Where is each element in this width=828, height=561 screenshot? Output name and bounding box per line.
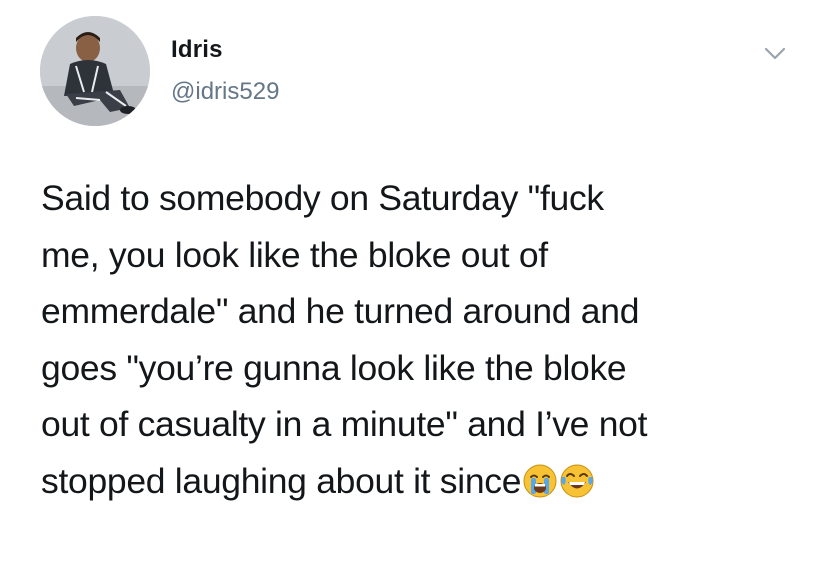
tweet-line: Said to somebody on Saturday "fuck	[41, 178, 604, 218]
face-with-tears-of-joy-icon	[559, 463, 595, 499]
tweet-body: Said to somebody on Saturday "fuck me, y…	[41, 170, 811, 509]
author-handle[interactable]: @idris529	[171, 78, 279, 106]
tweet-line: goes "you’re gunna look like the bloke	[41, 347, 627, 388]
tweet-line: stopped laughing about it since	[41, 460, 522, 501]
tweet-line: out of casualty in a minute" and I’ve no…	[41, 404, 648, 444]
author-name[interactable]: Idris	[171, 36, 223, 64]
loudly-crying-face-icon	[522, 463, 558, 499]
author-avatar[interactable]	[40, 16, 150, 126]
tweet-last-line: stopped laughing about it since	[41, 453, 811, 510]
tweet-line: me, you look like the bloke out of	[41, 234, 548, 275]
chevron-down-icon	[764, 47, 786, 60]
tweet-line: emmerdale" and he turned around and	[41, 291, 640, 331]
profile-photo-icon	[40, 16, 150, 126]
tweet-menu-button[interactable]	[762, 40, 788, 66]
tweet-card: Idris @idris529 Said to somebody on Satu…	[0, 0, 828, 561]
